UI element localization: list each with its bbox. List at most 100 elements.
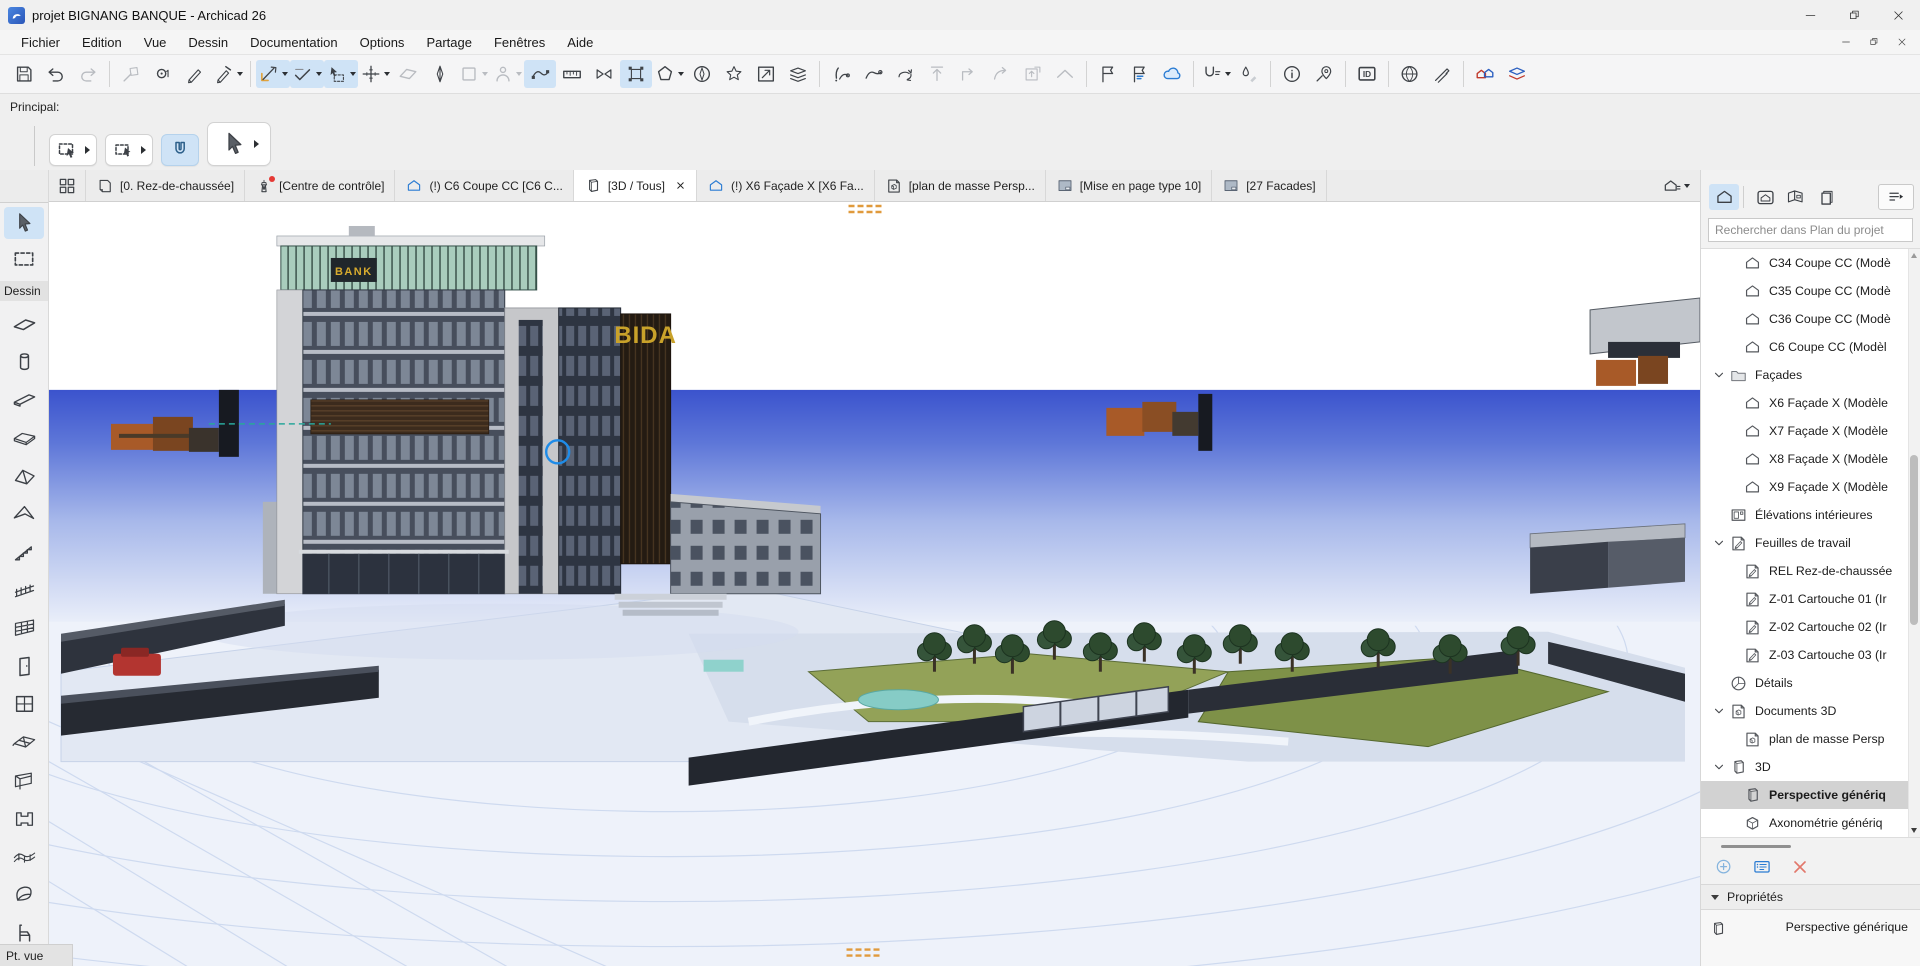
menu-dessin[interactable]: Dessin [177, 35, 239, 50]
issue-marker-button[interactable] [825, 60, 857, 88]
restore-button[interactable] [1832, 0, 1876, 30]
rotate-view-button[interactable] [889, 60, 921, 88]
tool-skylight[interactable] [4, 723, 44, 761]
orientation-button[interactable] [686, 60, 718, 88]
scroll-up-icon[interactable] [1911, 253, 1917, 258]
tool-slab[interactable] [4, 419, 44, 457]
guide-lines-toggle[interactable] [256, 60, 290, 88]
tree-item-perspective-generiq[interactable]: Perspective génériq [1701, 781, 1920, 809]
grid-snap-button[interactable] [358, 60, 392, 88]
tree-scrollbar[interactable] [1908, 249, 1920, 837]
undo-button[interactable] [40, 60, 72, 88]
marquee-move-tool[interactable] [49, 134, 97, 166]
layer-combination-button[interactable] [1501, 60, 1533, 88]
tab-c6-coupe-cc-c6-c[interactable]: (!) C6 Coupe CC [C6 C... [395, 170, 573, 201]
tool-column[interactable] [4, 343, 44, 381]
walkthrough-button[interactable] [524, 60, 556, 88]
tree-item-c35-coupe-cc-mode[interactable]: C35 Coupe CC (Modè [1701, 277, 1920, 305]
menu-partage[interactable]: Partage [415, 35, 483, 50]
tree-item-plan-de-masse-persp[interactable]: plan de masse Persp [1701, 725, 1920, 753]
tree-item-elevations-interieures[interactable]: Élévations intérieures [1701, 501, 1920, 529]
search-input[interactable] [1708, 218, 1913, 242]
tree-item-z-02-cartouche-02-ir[interactable]: Z-02 Cartouche 02 (Ir [1701, 613, 1920, 641]
viewport-3d[interactable]: BANK BIDA [49, 202, 1700, 966]
tree-item-c34-coupe-cc-mode[interactable]: C34 Coupe CC (Modè [1701, 249, 1920, 277]
avatar-tool-button[interactable] [490, 60, 524, 88]
layers-stack-button[interactable] [782, 60, 814, 88]
menu-documentation[interactable]: Documentation [239, 35, 348, 50]
chevron-down-icon[interactable] [1709, 537, 1729, 549]
tree-item-x9-facade-x-modele[interactable]: X9 Façade X (Modèle [1701, 473, 1920, 501]
project-map-button[interactable] [1709, 184, 1739, 210]
tool-wall[interactable] [4, 305, 44, 343]
scrollbar-thumb[interactable] [1910, 455, 1918, 626]
fit-in-window-button[interactable] [750, 60, 782, 88]
locate-button[interactable] [1308, 60, 1340, 88]
polygon-edit-button[interactable] [652, 60, 686, 88]
tab-27-facades[interactable]: [27 Facades] [1212, 170, 1326, 201]
element-info-button[interactable] [1276, 60, 1308, 88]
navigator-menu-button[interactable] [1878, 184, 1914, 210]
tree-item-c36-coupe-cc-mode[interactable]: C36 Coupe CC (Modè [1701, 305, 1920, 333]
origin-button[interactable] [147, 60, 179, 88]
panel-resize-handle[interactable] [1721, 845, 1791, 848]
menu-fenetres[interactable]: Fenêtres [483, 35, 556, 50]
tab-overview-button[interactable] [49, 170, 86, 201]
tree-item-feuilles-de-travail[interactable]: Feuilles de travail [1701, 529, 1920, 557]
move-up-button[interactable] [921, 60, 953, 88]
tab-close-icon[interactable] [675, 180, 686, 191]
tool-door[interactable] [4, 647, 44, 685]
tab-mise-en-page-type-10[interactable]: [Mise en page type 10] [1046, 170, 1212, 201]
layout-book-button[interactable] [1780, 184, 1810, 210]
redo-button[interactable] [72, 60, 104, 88]
favorites-button[interactable] [718, 60, 750, 88]
pickup-inject-button[interactable] [1233, 60, 1265, 88]
favorites-dropdown[interactable] [1199, 60, 1233, 88]
tab-3d-tous[interactable]: [3D / Tous] [574, 170, 697, 201]
roof-level-button[interactable] [1049, 60, 1081, 88]
elevate-button[interactable] [1017, 60, 1049, 88]
tree-item-x8-facade-x-modele[interactable]: X8 Façade X (Modèle [1701, 445, 1920, 473]
tree-item-x6-facade-x-modele[interactable]: X6 Façade X (Modèle [1701, 389, 1920, 417]
close-button[interactable] [1876, 0, 1920, 30]
tree-item-rel-rez-de-chaussee[interactable]: REL Rez-de-chaussée [1701, 557, 1920, 585]
tool-marquee[interactable] [4, 243, 44, 275]
chevron-down-icon[interactable] [1709, 705, 1729, 717]
pick-parameters-button[interactable] [179, 60, 211, 88]
annotate-button[interactable] [1426, 60, 1458, 88]
tab-plan-de-masse-persp[interactable]: [plan de masse Persp... [875, 170, 1046, 201]
tree-item-axonometrie-generiq[interactable]: Axonométrie génériq [1701, 809, 1920, 837]
tool-morph[interactable] [4, 875, 44, 913]
tab-centre-de-contr-le[interactable]: [Centre de contrôle] [245, 170, 395, 201]
flag-button[interactable] [1092, 60, 1124, 88]
viewpoint-settings-button[interactable] [1751, 856, 1773, 878]
scroll-down-icon[interactable] [1911, 828, 1917, 833]
tab-0-rez-de-chauss-e[interactable]: [0. Rez-de-chaussée] [86, 170, 245, 201]
tree-item-documents-3d[interactable]: Documents 3D [1701, 697, 1920, 725]
view-switch-menu[interactable] [1652, 170, 1700, 201]
teamwork-flag-button[interactable] [1124, 60, 1156, 88]
doc-minimize-button[interactable] [1832, 32, 1860, 52]
edit-nodes-button[interactable] [620, 60, 652, 88]
tool-shell[interactable] [4, 495, 44, 533]
offset-edge-button[interactable] [953, 60, 985, 88]
tree-item-z-01-cartouche-01-ir[interactable]: Z-01 Cartouche 01 (Ir [1701, 585, 1920, 613]
arrow-tool-main[interactable] [207, 122, 271, 166]
menu-vue[interactable]: Vue [133, 35, 178, 50]
tool-stair[interactable] [4, 533, 44, 571]
id-display-button[interactable]: ID [1351, 60, 1383, 88]
tree-item-3d[interactable]: 3D [1701, 753, 1920, 781]
pen-settings-button[interactable] [211, 60, 245, 88]
menu-edition[interactable]: Edition [71, 35, 133, 50]
tool-curtain-wall[interactable] [4, 609, 44, 647]
add-viewpoint-button[interactable] [1713, 856, 1735, 878]
properties-header[interactable]: Propriétés [1701, 884, 1920, 910]
tool-railing[interactable] [4, 571, 44, 609]
tree-item-details[interactable]: Détails [1701, 669, 1920, 697]
marquee-select-tool[interactable] [105, 134, 153, 166]
tree-item-z-03-cartouche-03-ir[interactable]: Z-03 Cartouche 03 (Ir [1701, 641, 1920, 669]
tool-mesh[interactable] [4, 837, 44, 875]
chevron-down-icon[interactable] [1709, 761, 1729, 773]
tab-x6-fa-ade-x-x6-fa[interactable]: (!) X6 Façade X [X6 Fa... [697, 170, 875, 201]
doc-close-button[interactable] [1888, 32, 1916, 52]
